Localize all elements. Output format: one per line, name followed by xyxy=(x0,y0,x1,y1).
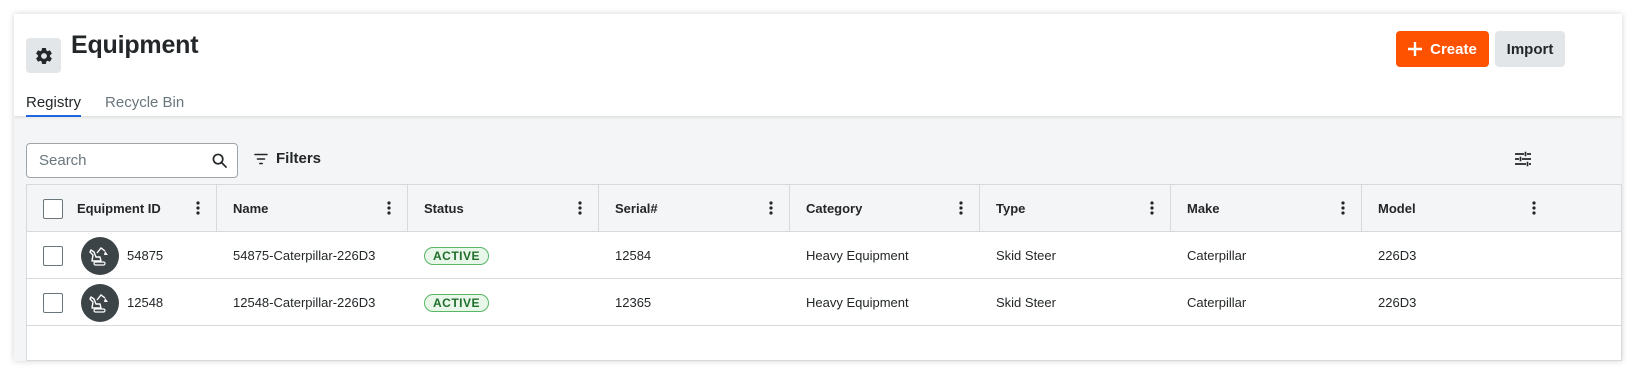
page-title: Equipment xyxy=(71,31,199,59)
kebab-icon[interactable] xyxy=(196,201,200,215)
column-label: Name xyxy=(233,201,269,216)
import-button[interactable]: Import xyxy=(1495,31,1565,67)
cell-equipment-id: 12548 xyxy=(27,279,217,326)
column-label: Make xyxy=(1187,201,1220,216)
kebab-icon[interactable] xyxy=(578,201,582,215)
cell-category: Heavy Equipment xyxy=(806,295,909,310)
kebab-icon[interactable] xyxy=(1341,201,1345,215)
kebab-icon[interactable] xyxy=(959,201,963,215)
equipment-page: Equipment Create Import Registry Recycle… xyxy=(14,14,1622,361)
cell-serial: 12584 xyxy=(615,248,652,263)
search-box xyxy=(26,143,238,178)
select-all-checkbox[interactable] xyxy=(43,198,63,219)
filters-button[interactable]: Filters xyxy=(254,150,321,167)
column-header-serial[interactable]: Serial# xyxy=(599,185,790,232)
column-header-model[interactable]: Model xyxy=(1362,185,1621,232)
table-row[interactable]: 54875 54875-Caterpillar-226D3 ACTIVE 125… xyxy=(27,232,1621,279)
status-badge: ACTIVE xyxy=(424,293,490,312)
column-label: Status xyxy=(424,201,464,216)
filter-icon xyxy=(254,153,268,164)
column-header-status[interactable]: Status xyxy=(408,185,599,232)
column-label: Equipment ID xyxy=(77,201,161,216)
column-header-equipment-id[interactable]: Equipment ID xyxy=(27,185,217,232)
import-button-label: Import xyxy=(1506,40,1554,58)
kebab-icon[interactable] xyxy=(1150,201,1154,215)
cell-serial: 12365 xyxy=(615,295,652,310)
column-label: Model xyxy=(1378,201,1416,216)
column-label: Type xyxy=(996,201,1026,216)
column-header-make[interactable]: Make xyxy=(1171,185,1362,232)
row-checkbox[interactable] xyxy=(43,292,63,313)
create-button-label: Create xyxy=(1430,40,1477,58)
cell-status: ACTIVE xyxy=(408,232,599,279)
kebab-icon[interactable] xyxy=(769,201,773,215)
cell-type: Skid Steer xyxy=(996,295,1056,310)
search-input[interactable] xyxy=(27,144,207,177)
cell-make: Caterpillar xyxy=(1187,295,1247,310)
column-header-category[interactable]: Category xyxy=(790,185,980,232)
kebab-icon[interactable] xyxy=(387,201,391,215)
equipment-id[interactable]: 54875 xyxy=(127,248,163,263)
column-header-name[interactable]: Name xyxy=(217,185,408,232)
excavator-icon xyxy=(81,236,119,275)
kebab-icon[interactable] xyxy=(1532,201,1536,215)
tab-recycle-bin[interactable]: Recycle Bin xyxy=(105,94,184,117)
table-row[interactable]: 12548 12548-Caterpillar-226D3 ACTIVE 123… xyxy=(27,279,1621,326)
tab-bar: Registry Recycle Bin xyxy=(26,94,184,117)
create-button[interactable]: Create xyxy=(1396,31,1489,67)
table-header: Equipment ID Name Status Serial# Categor… xyxy=(27,185,1621,232)
cell-make: Caterpillar xyxy=(1187,248,1247,263)
equipment-id[interactable]: 12548 xyxy=(127,295,163,310)
excavator-icon xyxy=(81,283,119,322)
filters-label: Filters xyxy=(276,150,322,167)
plus-icon xyxy=(1408,42,1423,56)
cell-model: 226D3 xyxy=(1378,295,1417,310)
cell-equipment-id: 54875 xyxy=(27,232,217,279)
status-badge: ACTIVE xyxy=(424,246,490,265)
equipment-table: Equipment ID Name Status Serial# Categor… xyxy=(26,184,1622,361)
column-label: Serial# xyxy=(615,201,658,216)
row-checkbox[interactable] xyxy=(43,245,63,266)
gear-icon xyxy=(26,38,61,73)
column-header-type[interactable]: Type xyxy=(980,185,1171,232)
cell-name: 12548-Caterpillar-226D3 xyxy=(233,295,376,310)
column-label: Category xyxy=(806,201,863,216)
cell-status: ACTIVE xyxy=(408,279,599,326)
sliders-icon[interactable] xyxy=(1515,151,1531,167)
cell-type: Skid Steer xyxy=(996,248,1056,263)
search-icon[interactable] xyxy=(212,153,227,168)
cell-name: 54875-Caterpillar-226D3 xyxy=(233,248,376,263)
tab-registry[interactable]: Registry xyxy=(26,94,82,117)
cell-category: Heavy Equipment xyxy=(806,248,909,263)
cell-model: 226D3 xyxy=(1378,248,1417,263)
page-header: Equipment Create Import Registry Recycle… xyxy=(14,14,1622,117)
